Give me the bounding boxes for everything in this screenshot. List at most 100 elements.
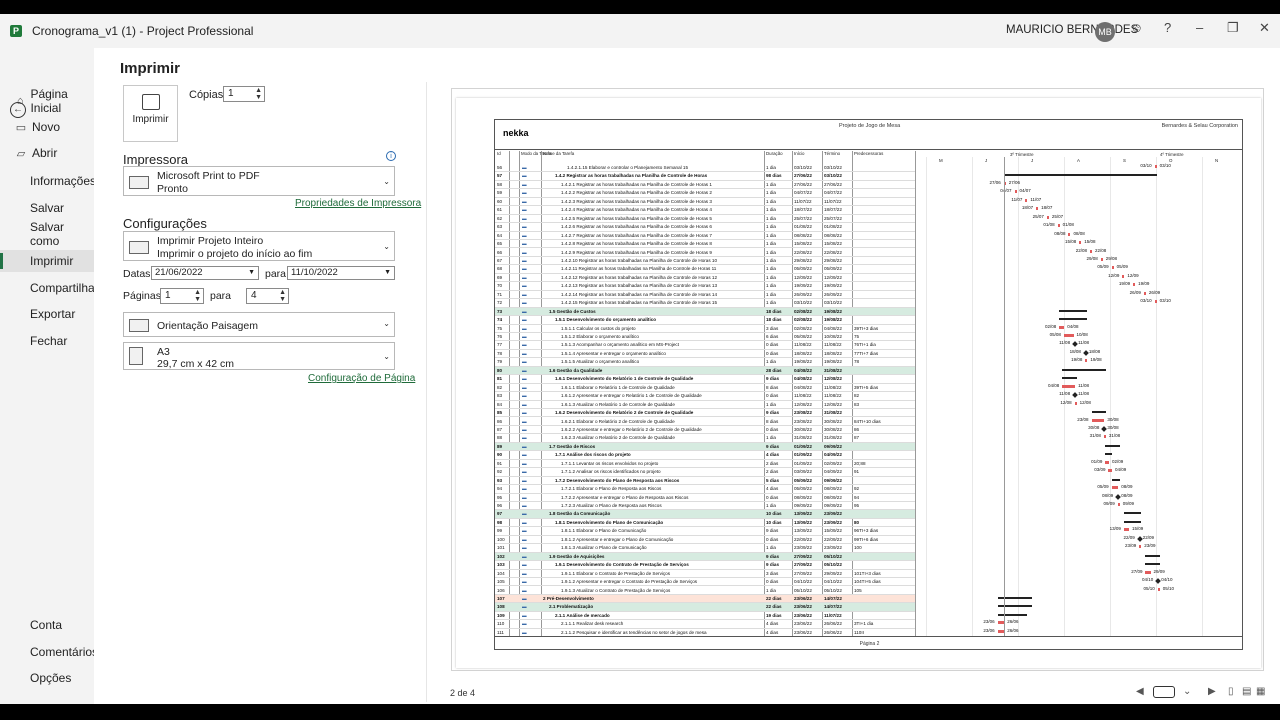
nav-save-as[interactable]: Salvar como <box>0 220 94 248</box>
table-row[interactable]: ▬ 56 1.4.2.1.15 Elaborar e controlar o Pla… <box>495 164 915 173</box>
table-row[interactable]: ▬ 74 1.5.1 Desenvolvimento do orçamento an… <box>495 316 915 325</box>
table-row[interactable]: ▬ 99 1.8.1.1 Elaborar o Plano de Comunicaç… <box>495 527 915 536</box>
table-row[interactable]: ▬ 57 1.4.2 Registrar as horas trabalhadas … <box>495 172 915 181</box>
close-icon[interactable]: ✕ <box>1259 20 1270 36</box>
date-from-field[interactable]: 21/06/2022 ▼ <box>151 266 259 280</box>
table-row[interactable]: ▬ 58 1.4.2.1 Registrar as horas trabalhada… <box>495 181 915 190</box>
table-row[interactable]: ▬ 71 1.4.2.14 Registrar as horas trabalhad… <box>495 291 915 300</box>
cell-end: 03/10/22 <box>824 165 842 170</box>
paper-size-select[interactable]: A3 29,7 cm x 42 cm ⌄ <box>123 342 395 370</box>
nav-print[interactable]: Imprimir <box>0 250 94 272</box>
nav-options[interactable]: Opções <box>0 667 94 689</box>
table-row[interactable]: ▬ 83 1.6.1.2 Apresentar e entregar o Relat… <box>495 392 915 401</box>
restore-icon[interactable]: ❐ <box>1227 20 1239 36</box>
table-row[interactable]: ▬ 81 1.6.1 Desenvolvimento do Relatório 1 … <box>495 375 915 384</box>
help-icon[interactable]: ? <box>1164 20 1171 35</box>
table-row[interactable]: ▬ 70 1.4.2.13 Registrar as horas trabalhad… <box>495 282 915 291</box>
stepper-arrows-icon[interactable]: ▲ ▼ <box>279 289 286 303</box>
nav-export[interactable]: Exportar <box>0 303 94 325</box>
table-row[interactable]: ▬ 77 1.5.1.3 Acompanhar o orçamento analít… <box>495 341 915 350</box>
table-row[interactable]: ▬ 91 1.7.1.1 Levantar os riscos envolvidos… <box>495 460 915 469</box>
table-row[interactable]: ▬ 107 2 Pré-Desenvolvimento 22 dias 23/06/22… <box>495 594 915 604</box>
nav-close[interactable]: Fechar <box>0 330 94 352</box>
table-row[interactable]: ▬ 68 1.4.2.11 Registrar as horas trabalhad… <box>495 265 915 274</box>
date-to-field[interactable]: 11/10/2022 ▼ <box>287 266 395 280</box>
table-row[interactable]: ▬ 86 1.6.2.1 Elaborar o Relatório 2 de Con… <box>495 418 915 426</box>
table-row[interactable]: ▬ 104 1.9.1.1 Elaborar o Contrato de Prest… <box>495 570 915 579</box>
table-row[interactable]: ▬ 72 1.4.2.15 Registrar as horas trabalhad… <box>495 299 915 308</box>
table-row[interactable]: ▬ 109 2.1.1 Análise de mercado 19 dias 23/06… <box>495 612 915 621</box>
stepper-arrows-icon[interactable]: ▲ ▼ <box>194 289 201 303</box>
info-icon[interactable]: i <box>386 151 396 161</box>
table-row[interactable]: ▬ 96 1.7.2.3 Atualizar o Plano de Resposta… <box>495 502 915 511</box>
print-button[interactable]: Imprimir <box>123 85 178 142</box>
table-row[interactable]: ▬ 103 1.9.1 Desenvolvimento do Contrato de… <box>495 561 915 570</box>
nav-feedback[interactable]: Comentários <box>0 641 98 663</box>
actual-size-icon[interactable]: ▯ <box>1228 686 1234 697</box>
table-row[interactable]: ▬ 76 1.5.1.2 Elaborar o orçamento analític… <box>495 333 915 342</box>
table-row[interactable]: ▬ 95 1.7.2.2 Apresentar e entregar o Plano… <box>495 494 915 502</box>
minimize-icon[interactable]: – <box>1196 20 1203 35</box>
page-from-stepper[interactable]: 1 ▲ ▼ <box>160 288 204 304</box>
table-row[interactable]: ▬ 80 1.6 Gestão da Qualidade 28 dias 04/08/2… <box>495 366 915 376</box>
table-row[interactable]: ▬ 78 1.5.1.4 Apresentar e entregar o orçam… <box>495 350 915 359</box>
table-row[interactable]: ▬ 64 1.4.2.7 Registrar as horas trabalhada… <box>495 232 915 241</box>
table-row[interactable]: ▬ 94 1.7.2.1 Elaborar o Plano de Resposta … <box>495 485 915 494</box>
printer-properties-link[interactable]: Propriedades de Impressora <box>295 198 421 209</box>
print-scope-select[interactable]: Imprimir Projeto Inteiro Imprimir o proj… <box>123 231 395 261</box>
table-row[interactable]: ▬ 65 1.4.2.8 Registrar as horas trabalhada… <box>495 240 915 249</box>
table-row[interactable]: ▬ 79 1.5.1.5 Atualizar o orçamento analíti… <box>495 358 915 367</box>
page-to-stepper[interactable]: 4 ▲ ▼ <box>246 288 289 304</box>
table-row[interactable]: ▬ 100 1.8.1.2 Apresentar e entregar o Plan… <box>495 536 915 545</box>
table-row[interactable]: ▬ 62 1.4.2.5 Registrar as horas trabalhada… <box>495 215 915 224</box>
chevron-down-icon[interactable]: ⌄ <box>1183 686 1191 697</box>
table-row[interactable]: ▬ 101 1.8.1.3 Atualizar o Plano de Comunic… <box>495 544 915 553</box>
table-row[interactable]: ▬ 88 1.6.2.3 Atualizar o Relatório 2 de Co… <box>495 434 915 443</box>
printer-select[interactable]: Microsoft Print to PDF Pronto ⌄ <box>123 166 395 196</box>
nav-new[interactable]: ▭ Novo <box>0 116 94 138</box>
page-setup-link[interactable]: Configuração de Página <box>308 373 415 384</box>
table-row[interactable]: ▬ 60 1.4.2.3 Registrar as horas trabalhada… <box>495 198 915 207</box>
table-row[interactable]: ▬ 67 1.4.2.10 Registrar as horas trabalhad… <box>495 257 915 266</box>
nav-save[interactable]: Salvar <box>0 197 94 219</box>
table-row[interactable]: ▬ 84 1.6.1.3 Atualizar o Relatório 1 de Co… <box>495 401 915 410</box>
table-row[interactable]: ▬ 82 1.6.1.1 Elaborar o Relatório 1 de Con… <box>495 384 915 393</box>
nav-share[interactable]: Compartilhar <box>0 277 99 299</box>
table-row[interactable]: ▬ 106 1.9.1.3 Atualizar o Contrato de Pres… <box>495 587 915 595</box>
user-name[interactable]: MAURICIO BERNARDES <box>1006 24 1138 36</box>
feedback-icon[interactable]: ☺ <box>1130 20 1143 35</box>
copies-stepper[interactable]: 1 ▲ ▼ <box>223 86 265 102</box>
table-row[interactable]: ▬ 63 1.4.2.6 Registrar as horas trabalhada… <box>495 223 915 232</box>
table-row[interactable]: ▬ 90 1.7.1 Análise dos riscos do projeto 4 … <box>495 451 915 460</box>
table-row[interactable]: ▬ 110 2.1.1.1 Realizar desk research 4 dias… <box>495 620 915 629</box>
stepper-arrows-icon[interactable]: ▲ ▼ <box>255 87 262 101</box>
table-row[interactable]: ▬ 75 1.5.1.1 Calcular os custos do projeto… <box>495 325 915 333</box>
table-row[interactable]: ▬ 73 1.5 Gestão de Custos 18 dias 02/08/22 19… <box>495 307 915 317</box>
nav-info[interactable]: Informações <box>0 170 96 192</box>
table-row[interactable]: ▬ 59 1.4.2.2 Registrar as horas trabalhada… <box>495 189 915 198</box>
table-row[interactable]: ▬ 87 1.6.2.2 Apresentar e entregar o Relat… <box>495 426 915 435</box>
table-row[interactable]: ▬ 105 1.9.1.2 Apresentar e entregar o Cont… <box>495 578 915 587</box>
next-page-icon[interactable]: ▶ <box>1208 686 1216 697</box>
avatar[interactable]: MB <box>1095 22 1115 42</box>
table-row[interactable]: ▬ 97 1.8 Gestão da Comunicação 10 dias 13/09… <box>495 510 915 519</box>
table-row[interactable]: ▬ 61 1.4.2.4 Registrar as horas trabalhada… <box>495 206 915 215</box>
one-page-icon[interactable]: ▤ <box>1242 686 1251 697</box>
table-row[interactable]: ▬ 85 1.6.2 Desenvolvimento do Relatório 2 … <box>495 409 915 418</box>
table-row[interactable]: ▬ 89 1.7 Gestão de Riscos 9 dias 01/09/22 09/… <box>495 442 915 452</box>
page-number-box[interactable] <box>1153 686 1175 698</box>
nav-open[interactable]: ▱ Abrir <box>0 142 94 164</box>
cell-end: 04/10/22 <box>824 579 842 585</box>
table-row[interactable]: ▬ 66 1.4.2.9 Registrar as horas trabalhada… <box>495 249 915 257</box>
table-row[interactable]: ▬ 69 1.4.2.12 Registrar as horas trabalhad… <box>495 274 915 283</box>
nav-home[interactable]: ⌂ Página Inicial <box>0 87 94 115</box>
multiple-pages-icon[interactable]: ▦ <box>1256 686 1265 697</box>
nav-account[interactable]: Conta <box>0 614 94 636</box>
table-row[interactable]: ▬ 98 1.8.1 Desenvolvimento do Plano de Com… <box>495 519 915 528</box>
table-row[interactable]: ▬ 92 1.7.1.2 Analisar os riscos identifica… <box>495 468 915 477</box>
orientation-select[interactable]: Orientação Paisagem ⌄ <box>123 312 395 337</box>
table-row[interactable]: ▬ 93 1.7.2 Desenvolvimento do Plano de Res… <box>495 477 915 486</box>
table-row[interactable]: ▬ 108 2.1 Problematização 22 dias 23/06/22 14… <box>495 603 915 612</box>
table-row[interactable]: ▬ 102 1.9 Gestão de Aquisições 9 dias 27/09/… <box>495 552 915 562</box>
prev-page-icon[interactable]: ◀ <box>1136 686 1144 697</box>
